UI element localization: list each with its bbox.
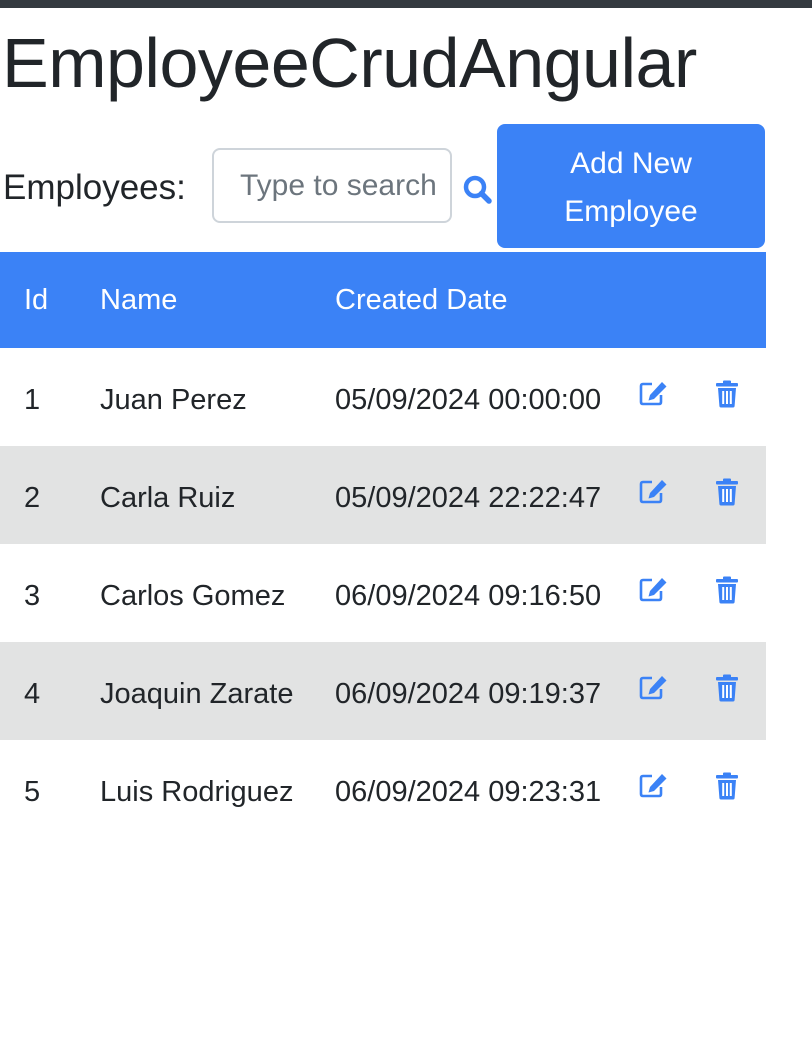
header-created-date: Created Date [335, 252, 635, 348]
header-id: Id [0, 252, 100, 348]
employees-label: Employees: [3, 168, 186, 207]
edit-cell [635, 544, 715, 642]
search-input[interactable] [212, 148, 452, 223]
delete-cell [715, 642, 766, 740]
table-row: 3 Carlos Gomez 06/09/2024 09:16:50 [0, 544, 766, 642]
edit-cell [635, 642, 715, 740]
table-row: 2 Carla Ruiz 05/09/2024 22:22:47 [0, 446, 766, 544]
trash-icon[interactable] [715, 380, 766, 408]
table-row: 5 Luis Rodriguez 06/09/2024 09:23:31 [0, 740, 766, 838]
cell-name: Juan Perez [100, 384, 247, 416]
cell-name: Carla Ruiz [100, 446, 335, 544]
table-header-row: Id Name Created Date [0, 252, 766, 348]
edit-icon[interactable] [639, 478, 715, 504]
edit-icon[interactable] [639, 772, 715, 798]
trash-icon[interactable] [715, 478, 766, 506]
cell-id: 2 [0, 446, 100, 544]
cell-id: 5 [24, 776, 41, 808]
cell-id: 3 [24, 580, 41, 612]
header-name: Name [100, 252, 335, 348]
cell-id: 4 [0, 642, 100, 740]
employees-table: Id Name Created Date 1 Juan Perez 05/09/20… [0, 252, 766, 838]
edit-icon[interactable] [639, 576, 715, 602]
trash-icon[interactable] [715, 576, 766, 604]
cell-created-date: 05/09/2024 22:22:47 [335, 446, 635, 544]
delete-cell [715, 446, 766, 544]
cell-id: 1 [24, 384, 41, 416]
delete-cell [715, 544, 766, 642]
edit-icon[interactable] [639, 380, 715, 406]
app-title: EmployeeCrudAngular [2, 24, 697, 102]
header-edit [635, 252, 715, 348]
edit-icon[interactable] [639, 674, 715, 700]
trash-icon[interactable] [715, 772, 766, 800]
table-row: 1 Juan Perez 05/09/2024 00:00:00 [0, 348, 766, 446]
cell-created-date: 05/09/2024 00:00:00 [335, 384, 602, 416]
cell-created-date: 06/09/2024 09:19:37 [335, 642, 635, 740]
delete-cell [715, 348, 766, 446]
top-navbar [0, 0, 812, 8]
employees-toolbar: Employees: Add New Employee [0, 124, 812, 248]
delete-cell [715, 740, 766, 838]
add-employee-button[interactable]: Add New Employee [497, 124, 765, 248]
cell-name: Luis Rodriguez [100, 776, 294, 808]
cell-name: Carlos Gomez [100, 580, 286, 612]
trash-icon[interactable] [715, 674, 766, 702]
edit-cell [635, 348, 715, 446]
cell-created-date: 06/09/2024 09:23:31 [335, 776, 602, 808]
edit-cell [635, 446, 715, 544]
search-icon[interactable] [458, 170, 498, 210]
cell-created-date: 06/09/2024 09:16:50 [335, 580, 602, 612]
table-row: 4 Joaquin Zarate 06/09/2024 09:19:37 [0, 642, 766, 740]
header-delete [715, 252, 766, 348]
edit-cell [635, 740, 715, 838]
cell-name: Joaquin Zarate [100, 642, 335, 740]
